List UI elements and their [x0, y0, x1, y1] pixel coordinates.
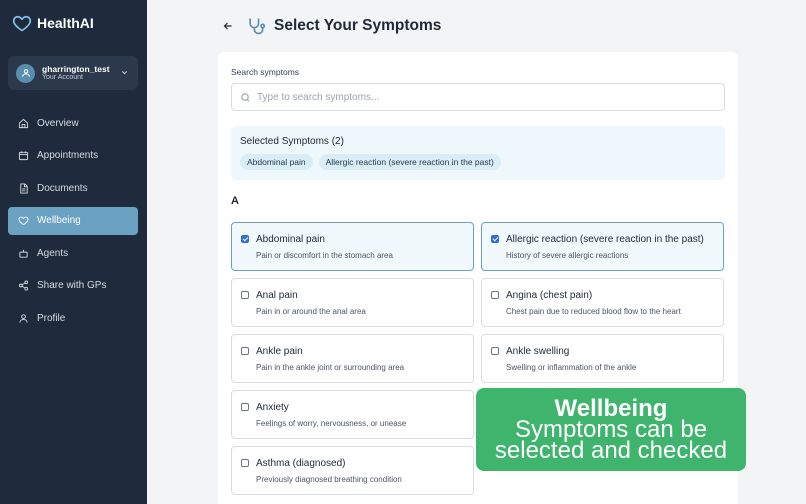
symptom-checkbox[interactable] [491, 235, 499, 243]
account-switcher[interactable]: gharrington_test Your Account [8, 56, 138, 90]
symptom-description: Previously diagnosed breathing condition [256, 475, 402, 484]
symptom-option[interactable]: Asthma (diagnosed) Previously diagnosed … [231, 446, 474, 495]
user-avatar-icon [21, 69, 30, 77]
symptom-checkbox[interactable] [241, 235, 249, 243]
sidebar: HealthAI gharrington_test Your Account O… [0, 0, 147, 504]
symptom-checkbox[interactable] [241, 459, 249, 467]
symptom-option[interactable]: Abdominal pain Pain or discomfort in the… [231, 222, 474, 271]
symptom-title: Anal pain [256, 290, 298, 301]
account-subtitle: Your Account [42, 73, 83, 81]
sidebar-item-label: Appointments [37, 150, 99, 162]
brand-name: HealthAI [37, 15, 94, 31]
symptom-checkbox[interactable] [241, 291, 249, 299]
heart-logo-icon [12, 15, 32, 32]
symptom-option[interactable]: Allergic reaction (severe reaction in th… [481, 222, 724, 271]
back-button[interactable] [220, 18, 236, 34]
sidebar-item-label: Documents [37, 182, 88, 194]
selected-chip[interactable]: Abdominal pain [240, 154, 313, 170]
document-icon [20, 183, 28, 194]
symptom-description: Chest pain due to reduced blood flow to … [506, 307, 681, 316]
callout-line-2: selected and checked [494, 437, 728, 464]
sidebar-item-label: Overview [37, 117, 79, 129]
symptom-description: Pain in the ankle joint or surrounding a… [256, 363, 405, 372]
symptom-option[interactable]: Ankle pain Pain in the ankle joint or su… [231, 334, 474, 383]
sidebar-item-overview[interactable]: Overview [8, 109, 138, 137]
selected-chips: Abdominal pain Allergic reaction (severe… [240, 154, 501, 170]
symptom-description: Feelings of worry, nervousness, or uneas… [256, 419, 407, 428]
symptom-option[interactable]: Anxiety Feelings of worry, nervousness, … [231, 390, 474, 439]
symptom-checkbox[interactable] [241, 403, 249, 411]
sidebar-item-wellbeing[interactable]: Wellbeing [8, 206, 138, 235]
sidebar-item-profile[interactable]: Profile [8, 305, 138, 333]
stethoscope-icon [249, 18, 266, 35]
heart-icon [18, 216, 29, 226]
search-label: Search symptoms [231, 67, 300, 77]
symptom-option[interactable]: Anal pain Pain in or around the anal are… [231, 278, 474, 327]
sidebar-item-label: Profile [37, 313, 66, 325]
selected-chip[interactable]: Allergic reaction (severe reaction in th… [318, 154, 501, 170]
sidebar-item-label: Wellbeing [37, 215, 81, 227]
symptom-title: Ankle swelling [506, 346, 570, 357]
search-input[interactable] [257, 91, 697, 103]
feature-callout: Wellbeing Symptoms can be selected and c… [476, 388, 746, 471]
brand[interactable]: HealthAI [12, 13, 94, 33]
share-icon [18, 280, 29, 292]
sidebar-item-agents[interactable]: Agents [8, 239, 138, 267]
calendar-icon [18, 151, 29, 161]
section-letter: A [231, 195, 239, 207]
symptom-title: Angina (chest pain) [506, 290, 593, 301]
home-icon [18, 118, 29, 128]
sidebar-nav: Overview Appointments Documents Wellbein… [8, 109, 138, 337]
symptom-option[interactable]: Ankle swelling Swelling or inflammation … [481, 334, 724, 383]
symptom-option[interactable]: Angina (chest pain) Chest pain due to re… [481, 278, 724, 327]
sidebar-item-appointments[interactable]: Appointments [8, 142, 138, 170]
symptom-checkbox[interactable] [241, 347, 249, 355]
selected-symptoms-title: Selected Symptoms (2) [240, 136, 344, 147]
symptom-description: Swelling or inflammation of the ankle [506, 363, 637, 372]
symptom-title: Ankle pain [256, 346, 303, 357]
page-header: Select Your Symptoms [220, 16, 441, 36]
symptom-title: Anxiety [256, 402, 289, 413]
symptom-checkbox[interactable] [491, 291, 499, 299]
sidebar-item-documents[interactable]: Documents [8, 174, 138, 202]
user-icon [19, 314, 28, 323]
robot-icon [19, 249, 28, 258]
symptom-checkbox[interactable] [491, 347, 499, 355]
symptom-description: History of severe allergic reactions [506, 251, 629, 260]
search-box[interactable] [231, 83, 725, 111]
chevron-down-icon [121, 71, 128, 75]
sidebar-item-share-with-gps[interactable]: Share with GPs [8, 272, 138, 300]
selected-symptoms-panel: Selected Symptoms (2) Abdominal pain All… [231, 126, 725, 180]
symptom-title: Asthma (diagnosed) [256, 458, 346, 469]
symptom-title: Abdominal pain [256, 234, 325, 245]
avatar [16, 63, 35, 83]
sidebar-item-label: Share with GPs [37, 280, 107, 292]
symptom-title: Allergic reaction (severe reaction in th… [506, 234, 704, 245]
symptom-description: Pain in or around the anal area [256, 307, 366, 316]
page-title: Select Your Symptoms [274, 17, 442, 34]
account-username: gharrington_test [42, 63, 110, 74]
search-icon [241, 92, 250, 102]
sidebar-item-label: Agents [37, 247, 69, 259]
symptom-description: Pain or discomfort in the stomach area [256, 251, 393, 260]
arrow-left-icon [223, 22, 232, 30]
